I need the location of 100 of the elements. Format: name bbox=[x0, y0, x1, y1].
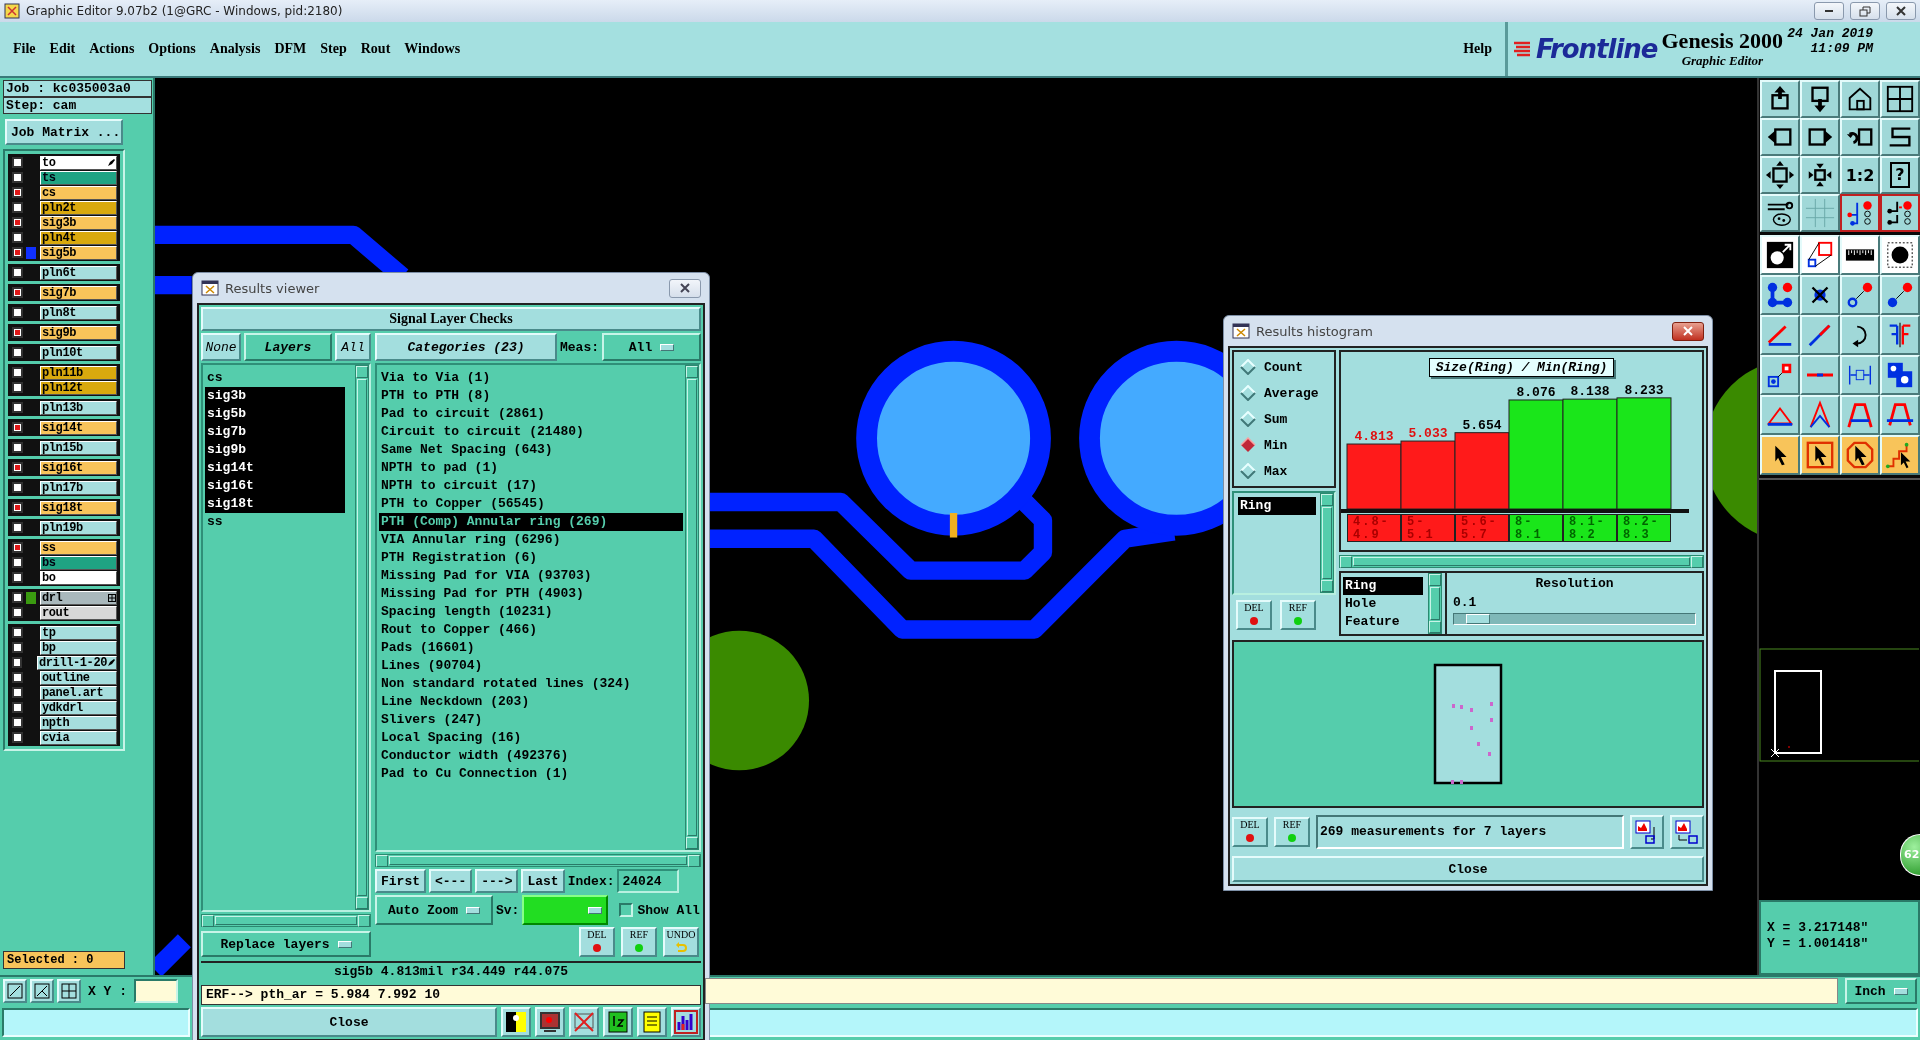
category-item[interactable]: Spacing length (10231) bbox=[379, 603, 683, 621]
attribute-item[interactable]: Hole bbox=[1343, 595, 1423, 613]
help-button[interactable]: ? bbox=[1880, 156, 1920, 194]
category-item[interactable]: Local Spacing (16) bbox=[379, 729, 683, 747]
category-item[interactable]: Rout to Copper (466) bbox=[379, 621, 683, 639]
layer-item[interactable]: drl bbox=[40, 590, 117, 605]
auto-zoom-dropdown[interactable]: Auto Zoom bbox=[375, 895, 493, 925]
layer-item[interactable]: ts bbox=[40, 170, 117, 185]
category-item[interactable]: NPTH to circuit (17) bbox=[379, 477, 683, 495]
layer-item[interactable]: pln17b bbox=[40, 480, 117, 495]
menu-item[interactable]: DFM bbox=[267, 37, 314, 61]
category-item[interactable]: Conductor width (492376) bbox=[379, 747, 683, 765]
menu-item[interactable]: Help bbox=[1456, 37, 1499, 61]
navigation-button[interactable]: ---> bbox=[475, 869, 519, 893]
menu-item[interactable]: Actions bbox=[82, 37, 142, 61]
layers-button[interactable]: Layers bbox=[244, 333, 332, 361]
menu-item[interactable]: File bbox=[6, 37, 43, 61]
category-item[interactable]: PTH Registration (6) bbox=[379, 549, 683, 567]
layer-item[interactable]: rout bbox=[40, 605, 117, 620]
layer-item[interactable]: sig16t bbox=[40, 460, 117, 475]
layer-item[interactable]: pln12t bbox=[40, 380, 117, 395]
layer-item[interactable]: pln15b bbox=[40, 440, 117, 455]
category-item[interactable]: Non standard rotated lines (324) bbox=[379, 675, 683, 693]
close-button[interactable]: Close bbox=[201, 1007, 497, 1037]
attribute-item[interactable]: Ring bbox=[1343, 577, 1423, 595]
category-item[interactable]: Via to Via (1) bbox=[379, 369, 683, 387]
navigation-button[interactable]: Last bbox=[521, 869, 565, 893]
replace-layers-dropdown[interactable]: Replace layers bbox=[201, 931, 371, 957]
category-item[interactable]: Missing Pad for PTH (4903) bbox=[379, 585, 683, 603]
category-item[interactable]: PTH (Comp) Annular ring (269) bbox=[379, 513, 683, 531]
units-dropdown[interactable]: Inch bbox=[1845, 978, 1917, 1004]
layer-item[interactable]: sig3b bbox=[40, 215, 117, 230]
layer-item[interactable]: pln10t bbox=[40, 345, 117, 360]
layer-item[interactable]: sig5b bbox=[205, 405, 345, 423]
layer-item[interactable]: ss bbox=[40, 540, 117, 555]
layer-item[interactable]: pln8t bbox=[40, 305, 117, 320]
action-button[interactable]: UNDO bbox=[663, 927, 699, 957]
category-item[interactable]: Pad to Cu Connection (1) bbox=[379, 765, 683, 783]
layer-item[interactable]: bo bbox=[40, 570, 117, 585]
category-item[interactable]: Pads (16601) bbox=[379, 639, 683, 657]
menu-item[interactable]: Analysis bbox=[202, 37, 268, 61]
layer-item[interactable]: ss bbox=[205, 513, 345, 531]
layer-item[interactable]: cs bbox=[40, 185, 117, 200]
layer-item[interactable]: bs bbox=[40, 555, 117, 570]
action-button[interactable]: REF bbox=[621, 927, 657, 957]
category-item[interactable]: Circuit to circuit (21480) bbox=[379, 423, 683, 441]
layer-item[interactable]: sig7b bbox=[40, 285, 117, 300]
layer-item[interactable]: pln19b bbox=[40, 520, 117, 535]
category-item[interactable]: VIA Annular ring (6296) bbox=[379, 531, 683, 549]
action-button[interactable]: DEL bbox=[579, 927, 615, 957]
layer-item[interactable]: cvia bbox=[40, 730, 117, 745]
categories-button[interactable]: Categories (23) bbox=[375, 333, 557, 361]
field-item[interactable]: Ring bbox=[1238, 497, 1316, 515]
job-matrix-button[interactable]: Job Matrix ... bbox=[5, 119, 123, 145]
category-item[interactable]: Line Neckdown (203) bbox=[379, 693, 683, 711]
category-item[interactable]: PTH to Copper (56545) bbox=[379, 495, 683, 513]
layer-item[interactable]: outline bbox=[40, 670, 117, 685]
layer-item[interactable]: sig18t bbox=[40, 500, 117, 515]
category-item[interactable]: Lines (90704) bbox=[379, 657, 683, 675]
layer-item[interactable]: cs bbox=[205, 369, 345, 387]
layer-item[interactable]: sig16t bbox=[205, 477, 345, 495]
action-button[interactable]: REF bbox=[1280, 600, 1316, 630]
layer-item[interactable]: ydkdrl bbox=[40, 700, 117, 715]
layer-item[interactable]: drill-1-20 bbox=[37, 655, 117, 670]
layer-item[interactable]: sig7b bbox=[205, 423, 345, 441]
category-item[interactable]: Slivers (247) bbox=[379, 711, 683, 729]
close-button[interactable]: Close bbox=[1232, 856, 1704, 882]
layer-item[interactable]: sig9b bbox=[40, 325, 117, 340]
menu-item[interactable]: Edit bbox=[42, 37, 83, 61]
layer-item[interactable]: pln6t bbox=[40, 265, 117, 280]
layer-item[interactable]: pln2t bbox=[40, 200, 117, 215]
menu-item[interactable]: Rout bbox=[353, 37, 398, 61]
menu-item[interactable]: Options bbox=[141, 37, 203, 61]
category-item[interactable]: Missing Pad for VIA (93703) bbox=[379, 567, 683, 585]
layer-item[interactable]: pln11b bbox=[40, 365, 117, 380]
layer-item[interactable]: tp bbox=[40, 625, 117, 640]
layer-item[interactable]: bp bbox=[40, 640, 117, 655]
layer-item[interactable]: sig14t bbox=[40, 420, 117, 435]
layer-item[interactable]: to bbox=[40, 155, 117, 170]
category-item[interactable]: NPTH to pad (1) bbox=[379, 459, 683, 477]
navigation-button[interactable]: <--- bbox=[429, 869, 473, 893]
layer-item[interactable]: npth bbox=[40, 715, 117, 730]
menu-item[interactable]: Step bbox=[313, 37, 354, 61]
layer-item[interactable]: sig18t bbox=[205, 495, 345, 513]
action-button[interactable]: REF bbox=[1274, 817, 1310, 847]
none-button[interactable]: None bbox=[201, 333, 241, 361]
meas-dropdown[interactable]: All bbox=[602, 333, 701, 361]
layer-item[interactable]: sig9b bbox=[205, 441, 345, 459]
scale-button[interactable]: 1:2 bbox=[1840, 156, 1880, 194]
index-field[interactable]: 24024 bbox=[617, 869, 680, 893]
layer-item[interactable]: pln4t bbox=[40, 230, 117, 245]
menu-item[interactable]: Windows bbox=[397, 37, 468, 61]
layer-item[interactable]: sig14t bbox=[205, 459, 345, 477]
action-button[interactable]: DEL bbox=[1232, 817, 1268, 847]
layer-item[interactable]: sig5b bbox=[40, 245, 117, 260]
attribute-item[interactable]: Feature bbox=[1343, 613, 1423, 631]
all-button[interactable]: All bbox=[335, 333, 371, 361]
layer-item[interactable]: sig3b bbox=[205, 387, 345, 405]
category-item[interactable]: Same Net Spacing (643) bbox=[379, 441, 683, 459]
action-button[interactable]: DEL bbox=[1236, 600, 1272, 630]
